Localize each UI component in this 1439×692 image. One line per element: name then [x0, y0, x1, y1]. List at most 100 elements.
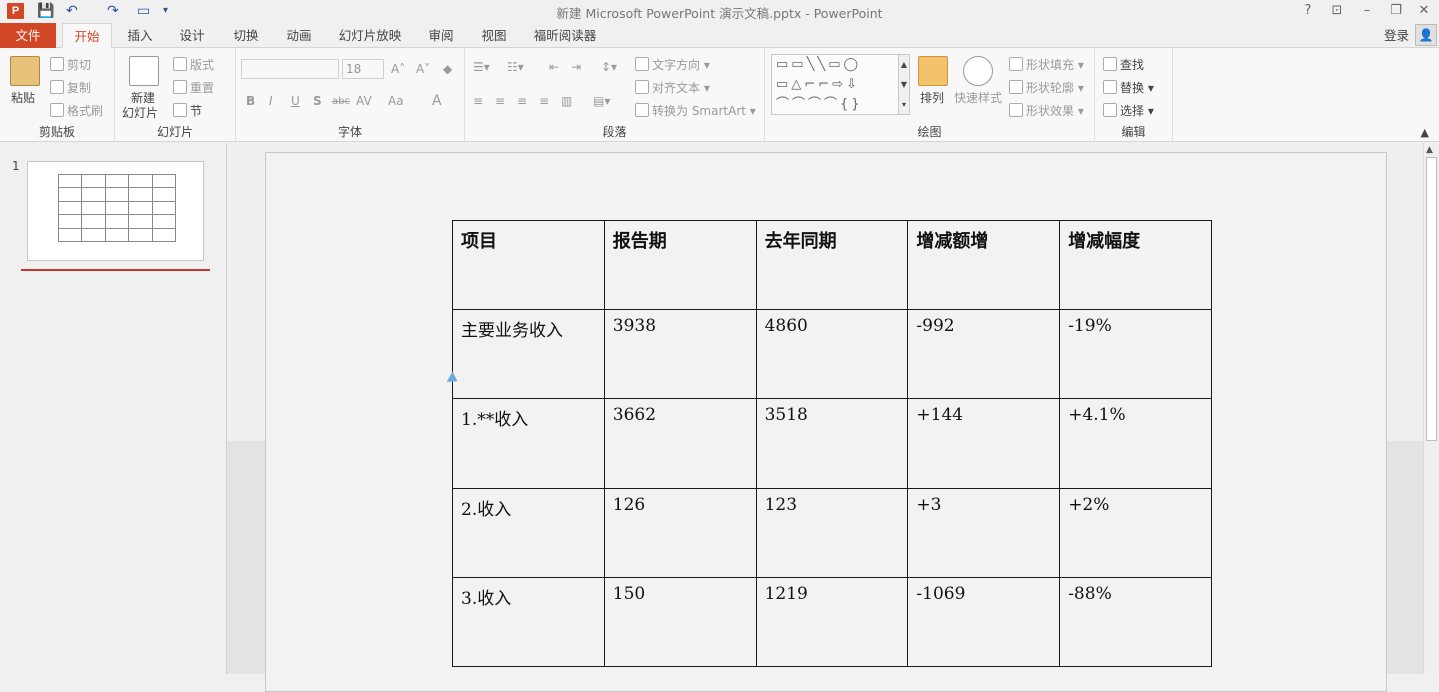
table-cell[interactable]: 4860	[755, 309, 909, 400]
quick-styles-button[interactable]: 快速样式	[954, 89, 1002, 106]
close-button[interactable]: ✕	[1414, 2, 1434, 20]
layout-button[interactable]: 版式	[173, 56, 214, 73]
tab-animations[interactable]: 动画	[279, 23, 319, 48]
text-direction-button[interactable]: 文字方向 ▾	[635, 56, 710, 73]
select-button[interactable]: 选择 ▾	[1103, 102, 1154, 119]
cut-button[interactable]: 剪切	[50, 56, 91, 73]
tab-design[interactable]: 设计	[172, 23, 212, 48]
line-spacing-icon[interactable]: ↕▾	[601, 60, 617, 74]
table-cell[interactable]: 3662	[603, 398, 757, 489]
italic-button[interactable]: I	[269, 94, 273, 108]
table-cell[interactable]: 主要业务收入	[452, 309, 605, 400]
convert-to-smartart-button[interactable]: 转换为 SmartArt ▾	[635, 102, 756, 119]
table-cell[interactable]: +4.1%	[1059, 398, 1212, 489]
table-cell[interactable]: -19%	[1059, 309, 1212, 400]
table-cell[interactable]: 1219	[755, 576, 909, 668]
align-left-icon[interactable]: ≡	[473, 94, 483, 108]
arrange-icon[interactable]	[918, 56, 948, 86]
shapes-gallery-scroll[interactable]: ▲ ▼ ▾	[898, 54, 910, 115]
copy-button[interactable]: 复制	[50, 79, 91, 96]
character-spacing-button[interactable]: AV	[356, 94, 372, 108]
shape-effects-button[interactable]: 形状效果 ▾	[1009, 102, 1084, 119]
paragraph-group: ☰▾ ☷▾ ⇤ ⇥ ↕▾ ≡ ≡ ≡ ≡ ▥ ▤▾ 文字方向 ▾ 对齐文本 ▾ …	[465, 48, 765, 142]
grow-font-button[interactable]: A˄	[391, 62, 405, 76]
tab-review[interactable]: 审阅	[421, 23, 461, 48]
table-cell[interactable]: 3.收入	[452, 576, 605, 668]
table-cell[interactable]: +144	[907, 398, 1061, 489]
binoculars-icon	[1103, 57, 1117, 71]
table-cell[interactable]: 126	[603, 487, 757, 578]
shrink-font-button[interactable]: A˅	[416, 62, 430, 76]
section-button[interactable]: 节	[173, 102, 202, 119]
font-size-dropdown[interactable]: 18	[342, 59, 384, 79]
change-case-button[interactable]: Aa	[388, 94, 404, 108]
font-color-button[interactable]: A	[432, 93, 442, 109]
new-slide-icon[interactable]	[129, 56, 159, 86]
table-cell[interactable]: 150	[603, 576, 757, 668]
reset-button[interactable]: 重置	[173, 79, 214, 96]
columns-icon[interactable]: ▤▾	[593, 94, 610, 108]
arrange-button[interactable]: 排列	[920, 89, 944, 106]
slide-thumbnail[interactable]	[27, 161, 204, 261]
header-cell[interactable]: 增减幅度	[1059, 219, 1212, 311]
table-cell[interactable]: -88%	[1059, 576, 1212, 668]
shape-outline-button[interactable]: 形状轮廓 ▾	[1009, 79, 1084, 96]
slide-canvas[interactable]: 项目 报告期 去年同期 增减额增 增减幅度 主要业务收入 3938 4860 -…	[265, 152, 1387, 692]
collapse-ribbon-icon[interactable]: ▲	[1421, 126, 1429, 139]
bold-button[interactable]: B	[246, 94, 255, 108]
strikethrough-button[interactable]: abc	[332, 96, 350, 107]
header-cell[interactable]: 项目	[452, 219, 605, 311]
tab-slideshow[interactable]: 幻灯片放映	[332, 23, 408, 48]
avatar-icon[interactable]: 👤	[1415, 24, 1437, 46]
underline-button[interactable]: U	[291, 94, 300, 108]
tab-home[interactable]: 开始	[62, 23, 112, 48]
login-link[interactable]: 登录	[1384, 23, 1409, 48]
scrollbar-thumb[interactable]	[1426, 157, 1437, 441]
new-slide-label-2[interactable]: 幻灯片	[122, 104, 158, 121]
help-button[interactable]: ?	[1298, 2, 1318, 20]
distributed-icon[interactable]: ▥	[561, 94, 572, 108]
restore-button[interactable]: ❐	[1386, 2, 1406, 20]
table-cell[interactable]: 123	[755, 487, 909, 578]
tab-transitions[interactable]: 切换	[226, 23, 266, 48]
table-cell[interactable]: 3518	[755, 398, 909, 489]
decrease-indent-icon[interactable]: ⇤	[549, 60, 559, 74]
increase-indent-icon[interactable]: ⇥	[571, 60, 581, 74]
font-name-dropdown[interactable]	[241, 59, 339, 79]
replace-button[interactable]: 替换 ▾	[1103, 79, 1154, 96]
vertical-scrollbar[interactable]: ▲	[1423, 143, 1439, 674]
clear-formatting-icon[interactable]: ◆	[443, 62, 452, 76]
table-cell[interactable]: -992	[907, 309, 1061, 400]
header-cell[interactable]: 报告期	[603, 219, 757, 311]
header-cell[interactable]: 增减额增	[907, 219, 1061, 311]
table-cell[interactable]: -1069	[907, 576, 1061, 668]
align-right-icon[interactable]: ≡	[517, 94, 527, 108]
shape-fill-button[interactable]: 形状填充 ▾	[1009, 56, 1084, 73]
tab-foxit-reader[interactable]: 福昕阅读器	[528, 23, 602, 48]
ribbon-display-options-icon[interactable]: ⊡	[1327, 2, 1347, 20]
table-cell[interactable]: 1.**收入	[452, 398, 605, 489]
align-center-icon[interactable]: ≡	[495, 94, 505, 108]
header-cell[interactable]: 去年同期	[755, 219, 909, 311]
shadow-button[interactable]: S	[313, 94, 322, 108]
table-cell[interactable]: 2.收入	[452, 487, 605, 578]
bullets-icon[interactable]: ☰▾	[473, 60, 490, 74]
data-table[interactable]: 项目 报告期 去年同期 增减额增 增减幅度 主要业务收入 3938 4860 -…	[452, 219, 1212, 668]
numbering-icon[interactable]: ☷▾	[507, 60, 524, 74]
tab-insert[interactable]: 插入	[120, 23, 160, 48]
shapes-gallery[interactable]: ▭▭╲╲▭◯ ▭△⌐⌐⇨⇩ ⌒⌒⌒⌒{}	[771, 54, 907, 115]
find-button[interactable]: 查找	[1103, 56, 1144, 73]
format-painter-button[interactable]: 格式刷	[50, 102, 103, 119]
table-cell[interactable]: +2%	[1059, 487, 1212, 578]
justify-icon[interactable]: ≡	[539, 94, 549, 108]
paste-button[interactable]: 粘贴	[11, 89, 35, 106]
scroll-up-icon[interactable]: ▲	[1426, 145, 1433, 155]
align-text-button[interactable]: 对齐文本 ▾	[635, 79, 710, 96]
quick-styles-icon[interactable]	[963, 56, 993, 86]
minimize-button[interactable]: –	[1357, 2, 1377, 20]
table-cell[interactable]: 3938	[603, 309, 757, 400]
tab-file[interactable]: 文件	[0, 23, 56, 48]
table-cell[interactable]: +3	[907, 487, 1061, 578]
tab-view[interactable]: 视图	[474, 23, 514, 48]
paste-icon[interactable]	[10, 56, 40, 86]
